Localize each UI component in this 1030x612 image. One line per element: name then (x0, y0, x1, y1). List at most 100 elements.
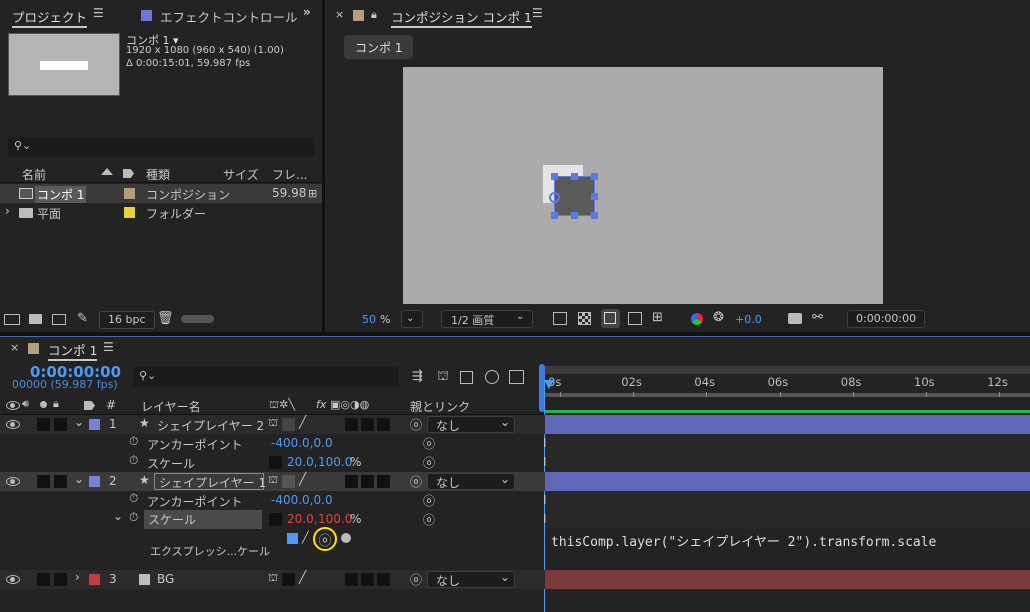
transform-handle[interactable] (571, 212, 578, 219)
sort-up-icon[interactable] (101, 168, 113, 175)
comp-timecode[interactable]: 0:00:00:00 (847, 310, 926, 328)
parent-dropdown[interactable]: なし ⌄ (427, 472, 515, 490)
layer-bar-3[interactable] (545, 570, 1030, 589)
tab-effect-controls[interactable]: エフェクトコントロール (160, 7, 298, 26)
show-snapshot-icon[interactable]: ⚯ (812, 310, 823, 325)
blend-switch[interactable] (361, 475, 374, 488)
expression-code[interactable]: thisComp.layer("シェイプレイヤー 2").transform.s… (551, 531, 936, 550)
col-layer-name[interactable]: レイヤー名 (141, 398, 201, 415)
3d-switch[interactable] (377, 475, 390, 488)
constrain-link-icon[interactable] (269, 513, 282, 526)
layer-label-color[interactable] (89, 419, 100, 430)
property-anchor-2[interactable]: ⏱ アンカーポイント -400.0,0.0 ⓞ (0, 491, 545, 510)
quality-switch[interactable] (282, 418, 295, 431)
layer-label-color[interactable] (89, 476, 100, 487)
audio-box[interactable] (37, 418, 50, 431)
layer-name[interactable]: シェイプレイヤー 1 (154, 473, 266, 490)
stopwatch-icon[interactable]: ⏱ (129, 510, 138, 525)
shy-switch[interactable]: ⛫ (268, 571, 278, 586)
property-value[interactable]: -400.0,0.0 (271, 436, 333, 450)
panel-menu-icon[interactable]: ☰ (93, 6, 104, 20)
pick-whip-icon[interactable]: ⓞ (423, 511, 435, 528)
chevron-right-icon[interactable]: › (5, 204, 10, 218)
graph-editor-icon[interactable] (509, 370, 524, 384)
col-name[interactable]: 名前 (22, 166, 46, 183)
composition-viewer[interactable] (403, 67, 883, 304)
tab-timeline[interactable]: コンポ 1 (48, 340, 98, 361)
stopwatch-icon[interactable]: ⏱ (129, 453, 138, 468)
snapshot-icon[interactable] (788, 313, 802, 324)
audio-toggle-icon[interactable]: 🔊︎ (22, 397, 29, 411)
stopwatch-icon[interactable]: ⏱ (129, 434, 138, 449)
solo-box[interactable] (54, 418, 67, 431)
quality-dropdown[interactable]: 1/2 画質 ⌄ (441, 310, 533, 328)
flowchart-icon[interactable]: ⊞ (308, 187, 317, 200)
col-parent-link[interactable]: 親とリンク (410, 398, 470, 415)
chevron-right-icon[interactable]: › (75, 570, 80, 584)
panel-menu-icon[interactable]: ☰ (532, 6, 543, 20)
3d-switch[interactable] (377, 573, 390, 586)
layer-name[interactable]: BG (157, 572, 174, 586)
interpret-footage-icon[interactable] (4, 314, 20, 325)
exposure-value[interactable]: +0.0 (735, 313, 762, 326)
pick-whip-icon[interactable]: ⓞ (423, 435, 435, 452)
pick-whip-icon[interactable]: ⓞ (410, 571, 422, 588)
transform-handle[interactable] (591, 212, 598, 219)
zoom-value[interactable]: 50 (362, 313, 376, 326)
transparency-grid-icon[interactable] (578, 312, 591, 325)
graph-toggle-icon[interactable]: ╱ (302, 531, 309, 544)
audio-box[interactable] (37, 475, 50, 488)
motion-blur-icon[interactable] (485, 370, 499, 384)
layer-row-2[interactable]: ⌄ 2 ★ シェイプレイヤー 1 ⛫ ╱ ⓞ なし ⌄ (0, 472, 545, 491)
tab-composition[interactable]: コンポジション コンポ 1 (391, 7, 532, 28)
layer-bar-2[interactable] (545, 472, 1030, 491)
tab-project[interactable]: プロジェクト (12, 7, 88, 28)
scale-value-x[interactable]: 20.0, (287, 455, 318, 469)
label-tag-icon[interactable] (84, 401, 95, 410)
scale-value-x[interactable]: 20.0, (287, 512, 318, 526)
lock-icon[interactable]: 🔒︎ (53, 397, 59, 411)
timeline-search-input[interactable]: ⚲⌄ (133, 367, 399, 387)
current-time-indicator[interactable] (544, 380, 554, 389)
quality-slash-icon[interactable]: ╱ (299, 472, 306, 486)
property-scale-2[interactable]: ⌄ ⏱ スケール 20.0, 100.0 % ⓞ (0, 509, 545, 529)
fx-switch[interactable] (345, 418, 358, 431)
project-search-input[interactable]: ⚲⌄ (8, 137, 314, 157)
col-size[interactable]: サイズ (223, 166, 259, 183)
scale-value-y[interactable]: 100.0 (318, 455, 352, 469)
work-area-bar[interactable] (542, 366, 1030, 374)
col-frame[interactable]: フレ... (272, 166, 307, 183)
pick-whip-icon[interactable]: ⓞ (423, 454, 435, 471)
visibility-eye-icon[interactable] (6, 477, 20, 486)
property-scale-1[interactable]: ⏱ スケール 20.0, 100.0 % ⓞ (0, 453, 545, 472)
comp-flowchart-icon[interactable]: ⇶ (412, 369, 423, 384)
project-item-comp[interactable]: コンポ 1 コンポジション 59.98 ⊞ (0, 184, 322, 203)
close-icon[interactable]: × (10, 341, 19, 354)
anchor-point-icon[interactable] (549, 192, 560, 203)
property-value[interactable]: -400.0,0.0 (271, 493, 333, 507)
item-label-color[interactable] (124, 188, 135, 199)
expression-editor[interactable]: thisComp.layer("シェイプレイヤー 2").transform.s… (545, 529, 1030, 570)
chevron-down-icon[interactable]: ⌄ (113, 509, 123, 523)
close-icon[interactable]: × (335, 8, 344, 21)
video-toggle-icon[interactable] (6, 401, 20, 410)
solo-toggle-icon[interactable] (40, 401, 47, 408)
expression-enable-icon[interactable] (287, 533, 298, 544)
keyframe-marker[interactable]: I (543, 455, 547, 469)
bpc-button[interactable]: 16 bpc (99, 311, 155, 329)
label-tag-icon[interactable] (123, 169, 134, 178)
fx-switch[interactable] (345, 573, 358, 586)
layer-row-1[interactable]: ⌄ 1 ★ シェイプレイヤー 2 ⛫ ╱ ⓞ なし ⌄ (0, 415, 545, 434)
transform-handle[interactable] (551, 212, 558, 219)
transform-handle[interactable] (551, 173, 558, 180)
project-item-folder[interactable]: › 平面 フォルダー (0, 203, 322, 222)
col-type[interactable]: 種類 (146, 166, 170, 183)
transform-handle[interactable] (571, 173, 578, 180)
frame-blending-icon[interactable] (460, 371, 473, 384)
layer-name[interactable]: シェイプレイヤー 2 (157, 417, 264, 434)
stopwatch-icon[interactable]: ⏱ (129, 491, 138, 506)
new-comp-icon[interactable] (52, 314, 66, 325)
3d-switch[interactable] (377, 418, 390, 431)
expression-row[interactable]: エクスプレッシ...ケール ╱ ⓞ (0, 527, 545, 570)
grid-guides-icon[interactable]: ⊞ (652, 310, 663, 325)
